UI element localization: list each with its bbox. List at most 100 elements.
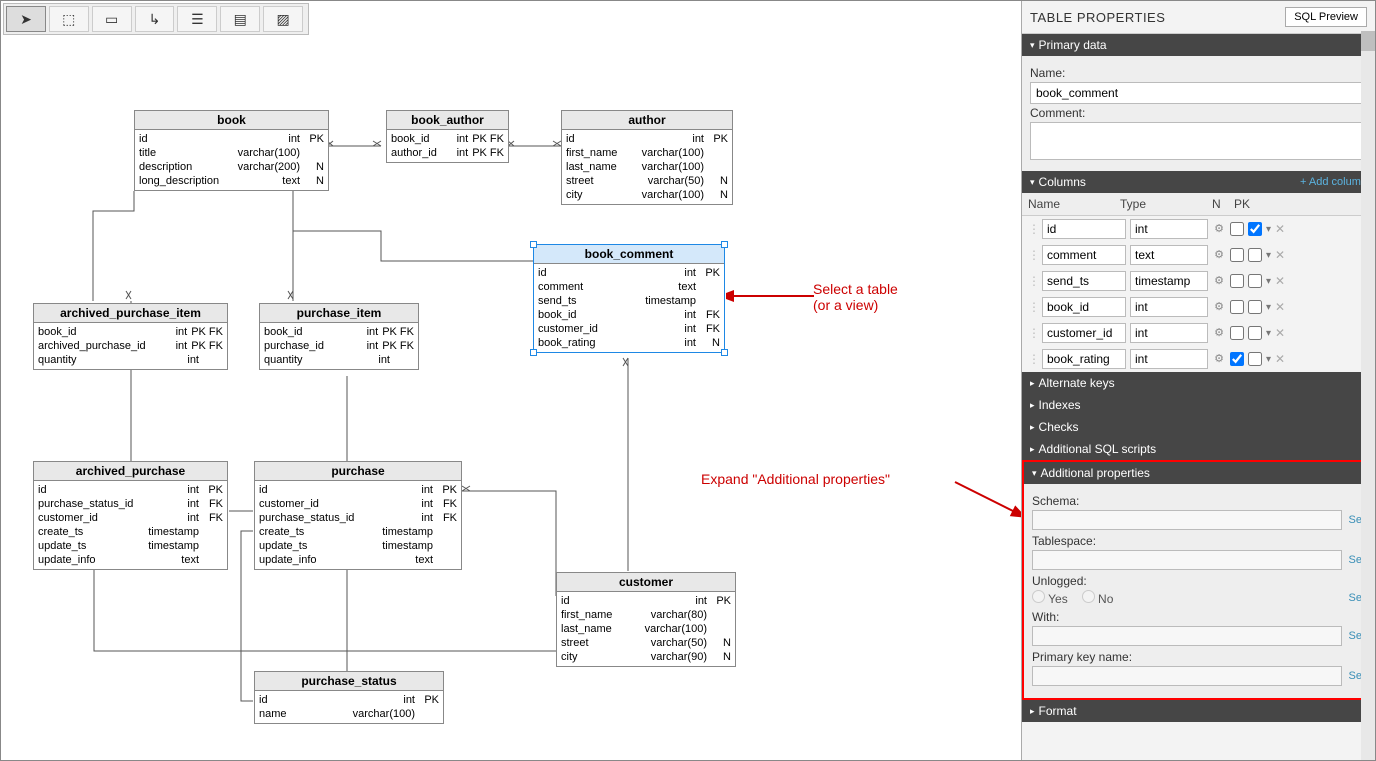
sql-preview-button[interactable]: SQL Preview (1285, 7, 1367, 27)
chevron-down-icon[interactable]: ▾ (1266, 354, 1271, 365)
pk-checkbox[interactable] (1248, 274, 1262, 288)
caret-right-icon: ▸ (1030, 378, 1035, 389)
table-column: book_idintPK FK (391, 132, 504, 146)
table-book_author[interactable]: book_authorbook_idintPK FKauthor_idintPK… (386, 110, 509, 163)
pkname-label: Primary key name: (1032, 650, 1365, 664)
scroll-up-icon[interactable] (1361, 31, 1375, 51)
table-column: long_descriptiontextN (139, 174, 324, 188)
name-input[interactable] (1030, 82, 1367, 104)
drag-handle-icon[interactable]: ⋮⋮ (1028, 222, 1038, 236)
table-column: book_idintPK FK (38, 325, 223, 339)
table-title: archived_purchase (34, 462, 227, 481)
pk-checkbox[interactable] (1248, 222, 1262, 236)
table-column: create_tstimestamp (259, 525, 457, 539)
nullable-checkbox[interactable] (1230, 222, 1244, 236)
table-column: streetvarchar(50)N (566, 174, 728, 188)
table-column: titlevarchar(100) (139, 146, 324, 160)
gear-icon[interactable]: ⚙ (1212, 248, 1226, 262)
drag-handle-icon[interactable]: ⋮⋮ (1028, 326, 1038, 340)
gear-icon[interactable]: ⚙ (1212, 326, 1226, 340)
with-label: With: (1032, 610, 1365, 624)
gear-icon[interactable]: ⚙ (1212, 222, 1226, 236)
caret-right-icon: ▸ (1030, 400, 1035, 411)
table-purchase_status[interactable]: purchase_statusidintPKnamevarchar(100) (254, 671, 444, 724)
column-type-input[interactable] (1130, 323, 1208, 343)
table-column: streetvarchar(50)N (561, 636, 731, 650)
pk-checkbox[interactable] (1248, 326, 1262, 340)
table-column: update_tstimestamp (259, 539, 457, 553)
column-name-input[interactable] (1042, 349, 1126, 369)
comment-input[interactable] (1030, 122, 1367, 160)
column-name-input[interactable] (1042, 219, 1126, 239)
nullable-checkbox[interactable] (1230, 248, 1244, 262)
chevron-down-icon[interactable]: ▾ (1266, 328, 1271, 339)
delete-icon[interactable]: ✕ (1275, 222, 1285, 236)
column-row: ⋮⋮ ⚙ ▾ ✕ (1022, 294, 1375, 320)
add-column-link[interactable]: + Add column (1300, 176, 1367, 188)
section-indexes[interactable]: ▸Indexes (1022, 394, 1375, 416)
unlogged-no-radio[interactable] (1082, 590, 1095, 603)
tablespace-label: Tablespace: (1032, 534, 1365, 548)
column-type-input[interactable] (1130, 219, 1208, 239)
chevron-down-icon[interactable]: ▾ (1266, 276, 1271, 287)
table-archived_purchase_item[interactable]: archived_purchase_itembook_idintPK FKarc… (33, 303, 228, 370)
delete-icon[interactable]: ✕ (1275, 300, 1285, 314)
table-customer[interactable]: customeridintPKfirst_namevarchar(80)last… (556, 572, 736, 667)
section-format[interactable]: ▸Format (1022, 700, 1375, 722)
tablespace-input[interactable] (1032, 550, 1342, 570)
table-author[interactable]: authoridintPKfirst_namevarchar(100)last_… (561, 110, 733, 205)
gear-icon[interactable]: ⚙ (1212, 274, 1226, 288)
section-alternate-keys[interactable]: ▸Alternate keys (1022, 372, 1375, 394)
table-purchase[interactable]: purchaseidintPKcustomer_idintFKpurchase_… (254, 461, 462, 570)
table-column: customer_idintFK (538, 322, 720, 336)
gear-icon[interactable]: ⚙ (1212, 300, 1226, 314)
nullable-checkbox[interactable] (1230, 274, 1244, 288)
table-column: last_namevarchar(100) (566, 160, 728, 174)
section-checks[interactable]: ▸Checks (1022, 416, 1375, 438)
erd-canvas[interactable]: bookidintPKtitlevarchar(100)descriptionv… (1, 1, 1021, 760)
drag-handle-icon[interactable]: ⋮⋮ (1028, 300, 1038, 314)
table-book_comment[interactable]: book_comment idintPKcommenttextsend_tsti… (533, 244, 725, 353)
delete-icon[interactable]: ✕ (1275, 352, 1285, 366)
nullable-checkbox[interactable] (1230, 352, 1244, 366)
section-primary-data[interactable]: ▾Primary data (1022, 34, 1375, 56)
table-column: idintPK (566, 132, 728, 146)
delete-icon[interactable]: ✕ (1275, 248, 1285, 262)
table-column: update_tstimestamp (38, 539, 223, 553)
chevron-down-icon[interactable]: ▾ (1266, 224, 1271, 235)
nullable-checkbox[interactable] (1230, 300, 1244, 314)
table-archived_purchase[interactable]: archived_purchaseidintPKpurchase_status_… (33, 461, 228, 570)
column-type-input[interactable] (1130, 271, 1208, 291)
column-name-input[interactable] (1042, 323, 1126, 343)
chevron-down-icon[interactable]: ▾ (1266, 250, 1271, 261)
column-name-input[interactable] (1042, 245, 1126, 265)
table-column: idintPK (259, 693, 439, 707)
pk-checkbox[interactable] (1248, 248, 1262, 262)
gear-icon[interactable]: ⚙ (1212, 352, 1226, 366)
drag-handle-icon[interactable]: ⋮⋮ (1028, 274, 1038, 288)
section-additional-properties[interactable]: ▾Additional properties (1024, 462, 1373, 484)
chevron-down-icon[interactable]: ▾ (1266, 302, 1271, 313)
delete-icon[interactable]: ✕ (1275, 274, 1285, 288)
pk-checkbox[interactable] (1248, 352, 1262, 366)
column-type-input[interactable] (1130, 245, 1208, 265)
section-additional-sql[interactable]: ▸Additional SQL scripts (1022, 438, 1375, 460)
delete-icon[interactable]: ✕ (1275, 326, 1285, 340)
table-book[interactable]: bookidintPKtitlevarchar(100)descriptionv… (134, 110, 329, 191)
nullable-checkbox[interactable] (1230, 326, 1244, 340)
column-name-input[interactable] (1042, 271, 1126, 291)
column-type-input[interactable] (1130, 349, 1208, 369)
column-name-input[interactable] (1042, 297, 1126, 317)
section-columns[interactable]: ▾Columns+ Add column (1022, 171, 1375, 193)
column-type-input[interactable] (1130, 297, 1208, 317)
pkname-input[interactable] (1032, 666, 1342, 686)
drag-handle-icon[interactable]: ⋮⋮ (1028, 248, 1038, 262)
drag-handle-icon[interactable]: ⋮⋮ (1028, 352, 1038, 366)
with-input[interactable] (1032, 626, 1342, 646)
scrollbar[interactable] (1361, 31, 1375, 760)
arrow-expand-ap-icon (953, 477, 1021, 527)
unlogged-yes-radio[interactable] (1032, 590, 1045, 603)
pk-checkbox[interactable] (1248, 300, 1262, 314)
table-purchase_item[interactable]: purchase_itembook_idintPK FKpurchase_idi… (259, 303, 419, 370)
schema-input[interactable] (1032, 510, 1342, 530)
